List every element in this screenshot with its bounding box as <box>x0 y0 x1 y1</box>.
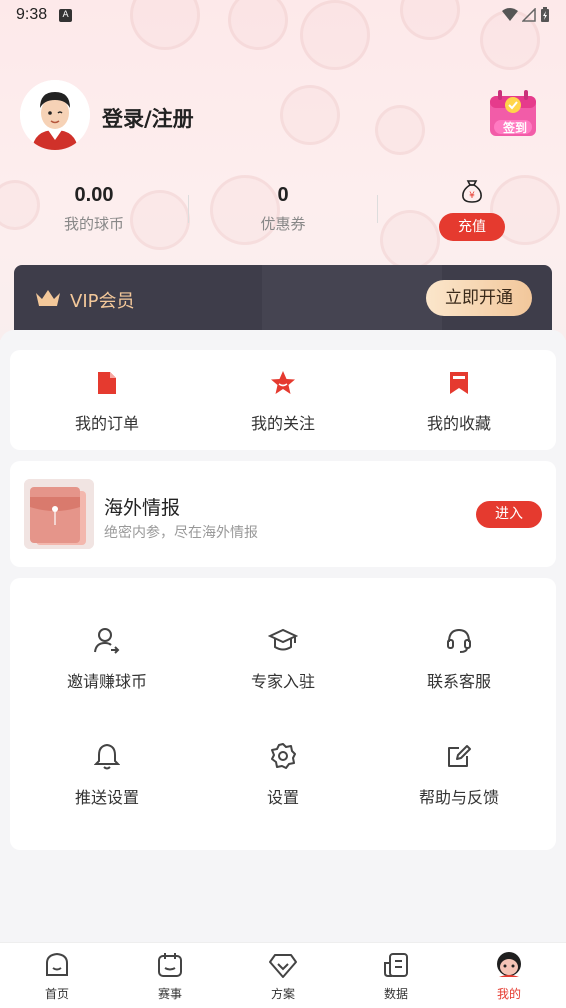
coin-label: 我的球币 <box>63 215 124 233</box>
quick-link-favorites[interactable]: 我的收藏 <box>379 370 539 434</box>
battery-icon <box>541 7 549 22</box>
quick-link-label: 我的订单 <box>74 414 139 433</box>
tab-label: 方案 <box>270 987 295 1001</box>
tab-label: 赛事 <box>157 987 182 1001</box>
quick-link-label: 我的收藏 <box>426 414 491 433</box>
signin-button[interactable]: 签到 <box>486 88 542 144</box>
mine-icon <box>497 952 521 977</box>
coin-value: 0.00 <box>74 184 114 206</box>
tab-mine[interactable]: 我的 <box>469 951 549 1002</box>
tab-label: 我的 <box>496 987 521 1001</box>
graduation-cap-icon <box>267 628 299 651</box>
content-sheet: 我的订单 我的关注 我的收藏 海外情报 绝密内参，尽在海外情报 进入 邀请赚球币… <box>0 330 566 942</box>
overseas-enter-button[interactable]: 进入 <box>476 501 542 528</box>
tab-home[interactable]: 首页 <box>17 951 97 1002</box>
overseas-thumbnail <box>24 479 94 549</box>
status-time: 9:38 <box>16 6 48 23</box>
status-icons <box>502 7 550 23</box>
quick-link-orders[interactable]: 我的订单 <box>27 370 187 434</box>
coin-stat[interactable]: 0.00 我的球币 <box>24 184 164 234</box>
tab-matches[interactable]: 赛事 <box>130 951 210 1002</box>
coupon-stat[interactable]: 0 优惠券 <box>213 184 353 234</box>
tool-invite[interactable]: 邀请赚球币 <box>22 626 192 692</box>
tool-label: 邀请赚球币 <box>66 672 147 691</box>
data-icon <box>384 953 408 977</box>
calendar-icon <box>158 953 182 977</box>
tab-label: 数据 <box>383 987 408 1001</box>
tool-label: 推送设置 <box>74 788 139 807</box>
order-icon <box>98 372 116 394</box>
diamond-icon <box>269 954 297 978</box>
overseas-card[interactable]: 海外情报 绝密内参，尽在海外情报 进入 <box>10 461 556 567</box>
recharge-button[interactable]: 充值 <box>439 213 505 241</box>
vip-open-button[interactable]: 立即开通 <box>426 280 532 316</box>
avatar[interactable] <box>20 80 90 150</box>
tool-expert[interactable]: 专家入驻 <box>198 626 368 692</box>
stat-divider <box>188 195 189 223</box>
star-icon <box>271 371 295 394</box>
crown-icon <box>36 290 60 306</box>
quick-link-label: 我的关注 <box>250 414 315 433</box>
tool-label: 帮助与反馈 <box>418 788 499 807</box>
envelope-icon <box>24 479 94 549</box>
coupon-label: 优惠券 <box>260 215 306 233</box>
tab-label: 首页 <box>44 987 69 1001</box>
vip-label: VIP会员 <box>70 291 135 312</box>
gear-icon <box>271 743 296 769</box>
signin-label: 签到 <box>503 121 528 135</box>
stat-divider <box>377 195 378 223</box>
quick-links-card: 我的订单 我的关注 我的收藏 <box>10 350 556 450</box>
tool-label: 专家入驻 <box>250 672 315 691</box>
wifi-icon <box>502 8 518 21</box>
status-bar: 9:38 A <box>0 0 566 30</box>
tool-support[interactable]: 联系客服 <box>374 626 544 692</box>
tool-label: 联系客服 <box>426 672 491 691</box>
money-bag-icon: ¥ <box>462 180 482 203</box>
tool-help-feedback[interactable]: 帮助与反馈 <box>374 742 544 808</box>
tool-push-settings[interactable]: 推送设置 <box>22 742 192 808</box>
tools-card: 邀请赚球币 专家入驻 联系客服 推送设置 设置 帮助与反馈 <box>10 578 556 850</box>
vip-banner[interactable]: VIP会员 立即开通 <box>14 265 552 335</box>
edit-icon <box>448 745 471 767</box>
tab-data[interactable]: 数据 <box>356 951 436 1002</box>
tab-plans[interactable]: 方案 <box>243 951 323 1002</box>
bottom-tab-bar: 首页 赛事 方案 数据 我的 <box>0 942 566 1008</box>
home-icon <box>46 952 68 976</box>
login-register-link[interactable]: 登录/注册 <box>102 103 194 133</box>
bell-icon <box>93 743 121 770</box>
notification-icon: A <box>59 8 73 22</box>
svg-text:¥: ¥ <box>469 191 475 201</box>
headset-icon <box>447 628 471 653</box>
tool-settings[interactable]: 设置 <box>198 742 368 808</box>
bookmark-icon <box>450 372 468 394</box>
overseas-title: 海外情报 <box>104 497 181 519</box>
coupon-value: 0 <box>277 184 289 206</box>
invite-user-icon <box>94 628 120 654</box>
quick-link-follows[interactable]: 我的关注 <box>203 370 363 434</box>
tool-label: 设置 <box>266 788 299 807</box>
overseas-subtitle: 绝密内参，尽在海外情报 <box>104 525 258 541</box>
signal-icon <box>522 8 536 22</box>
